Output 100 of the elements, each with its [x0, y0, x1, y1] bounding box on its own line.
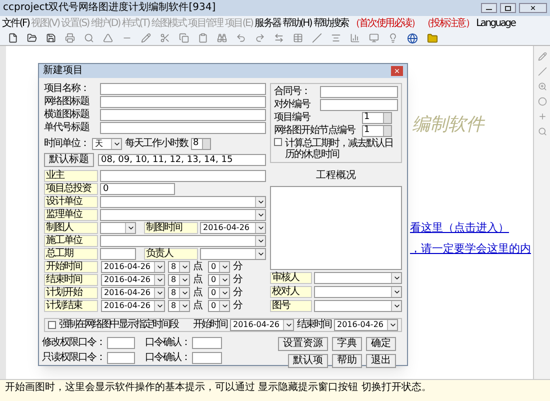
combo-box[interactable]: 2016-04-26: [101, 261, 165, 273]
maximize-icon[interactable]: [500, 3, 516, 13]
combo-box[interactable]: [314, 286, 402, 298]
combo-box[interactable]: 8: [168, 274, 190, 286]
dialog-button[interactable]: 退出: [366, 354, 396, 368]
input-field[interactable]: [192, 352, 222, 364]
input-field[interactable]: [100, 83, 266, 95]
combo-box[interactable]: 2016-04-26: [101, 287, 165, 299]
input-field[interactable]: [100, 122, 266, 134]
dialog-button[interactable]: 帮助: [332, 354, 362, 368]
combo-box[interactable]: [100, 222, 136, 234]
overview-text-area[interactable]: [270, 186, 402, 270]
canvas-link[interactable]: ，请一定要学会这里的内: [410, 243, 531, 254]
menu-item[interactable]: Language: [476, 18, 516, 28]
new-file-icon[interactable]: [8, 33, 18, 43]
scissors-icon[interactable]: [160, 33, 170, 43]
field-label: 监理单位: [44, 209, 98, 221]
input-field[interactable]: [107, 352, 135, 364]
input-field[interactable]: [320, 86, 398, 98]
combo-box[interactable]: 0: [208, 287, 230, 299]
slash-icon[interactable]: [312, 33, 322, 43]
checkbox[interactable]: [48, 321, 56, 329]
input-field[interactable]: 08, 09, 10, 11, 12, 13, 14, 15: [98, 154, 266, 166]
combo-box[interactable]: [100, 196, 266, 208]
input-field[interactable]: 0: [100, 183, 175, 195]
plus-icon[interactable]: [538, 112, 546, 121]
field-label: 结束时间: [44, 274, 98, 286]
input-field[interactable]: [320, 99, 398, 111]
menu-item[interactable]: （投标注意）: [422, 18, 474, 28]
copy-icon[interactable]: [179, 33, 189, 43]
lightbulb-icon[interactable]: [388, 33, 398, 43]
align-icon[interactable]: [331, 33, 341, 43]
zoom-icon[interactable]: [538, 82, 546, 91]
menu-item[interactable]: 服务器: [254, 18, 281, 28]
input-field[interactable]: [100, 109, 266, 121]
search-icon[interactable]: [538, 127, 546, 136]
menu-item[interactable]: （首次使用必读）: [350, 18, 420, 28]
menu-item[interactable]: 帮助(H): [282, 18, 312, 28]
minimize-icon[interactable]: [481, 3, 497, 13]
combo-box[interactable]: 2016-04-26: [334, 319, 398, 331]
field-label: 总工期: [44, 248, 98, 260]
combo-box[interactable]: 8: [168, 287, 190, 299]
combo-box[interactable]: 2016-04-26: [101, 300, 165, 312]
slash-icon[interactable]: [538, 67, 546, 76]
save-icon[interactable]: [46, 33, 56, 43]
print-icon[interactable]: [65, 33, 75, 43]
combo-box[interactable]: 2016-04-26: [200, 222, 266, 234]
combo-box[interactable]: 8: [168, 261, 190, 273]
combo-box[interactable]: 0: [208, 300, 230, 312]
folder-icon[interactable]: [427, 32, 438, 44]
close-icon[interactable]: [391, 66, 403, 76]
combo-box[interactable]: 2016-04-26: [101, 274, 165, 286]
close-icon[interactable]: [519, 3, 547, 13]
combo-box[interactable]: 天: [92, 138, 122, 150]
field-label: 审核人: [270, 272, 312, 284]
pencil-icon[interactable]: [538, 52, 546, 61]
combo-box[interactable]: 0: [208, 274, 230, 286]
monitor-icon[interactable]: [369, 33, 379, 43]
globe-icon[interactable]: [407, 32, 418, 44]
combo-box[interactable]: 2016-04-26: [230, 319, 294, 331]
combo-box[interactable]: [100, 235, 266, 247]
paste-icon[interactable]: [198, 33, 208, 43]
triangle-icon[interactable]: [103, 33, 113, 43]
field-label: 负责人: [144, 248, 198, 260]
checkbox[interactable]: [274, 138, 282, 146]
combo-box[interactable]: 0: [208, 261, 230, 273]
dialog-button[interactable]: 默认标题: [44, 153, 94, 167]
input-field[interactable]: [100, 170, 266, 182]
bar-chart-icon[interactable]: [350, 33, 360, 43]
binoculars-icon[interactable]: [217, 33, 227, 43]
field-label: 点: [193, 262, 204, 272]
dialog-button[interactable]: 字典: [332, 337, 362, 351]
window-title: ccproject双代号网络图进度计划编制软件[934]: [3, 3, 216, 13]
swap-icon[interactable]: [274, 33, 284, 43]
combo-box[interactable]: [314, 272, 402, 284]
table-icon[interactable]: [293, 33, 303, 43]
canvas-link[interactable]: 看这里（点击进入）: [410, 222, 509, 233]
redo-icon[interactable]: [255, 33, 265, 43]
dialog-button[interactable]: 确定: [366, 337, 396, 351]
combo-box[interactable]: [200, 248, 266, 260]
combo-box[interactable]: [314, 300, 402, 312]
spin-box[interactable]: 1: [362, 125, 392, 137]
input-field[interactable]: [100, 96, 266, 108]
open-folder-icon[interactable]: [27, 33, 37, 43]
input-field[interactable]: [100, 248, 136, 260]
combo-box[interactable]: [100, 209, 266, 221]
input-field[interactable]: [192, 337, 222, 349]
spin-box[interactable]: 8: [191, 138, 211, 150]
menu-item[interactable]: 文件(F): [2, 18, 30, 28]
spin-box[interactable]: 1: [362, 112, 392, 124]
dialog-button[interactable]: 默认项: [288, 354, 328, 368]
dialog-button[interactable]: 设置资源: [278, 337, 328, 351]
menu-item[interactable]: 帮助搜索: [314, 18, 348, 28]
field-label: 分: [233, 301, 242, 311]
pencil-icon[interactable]: [141, 33, 151, 43]
circle-icon[interactable]: [538, 97, 546, 106]
combo-box[interactable]: 8: [168, 300, 190, 312]
field-label: 网络图标题: [44, 97, 90, 107]
input-field[interactable]: [107, 337, 135, 349]
undo-icon[interactable]: [236, 33, 246, 43]
